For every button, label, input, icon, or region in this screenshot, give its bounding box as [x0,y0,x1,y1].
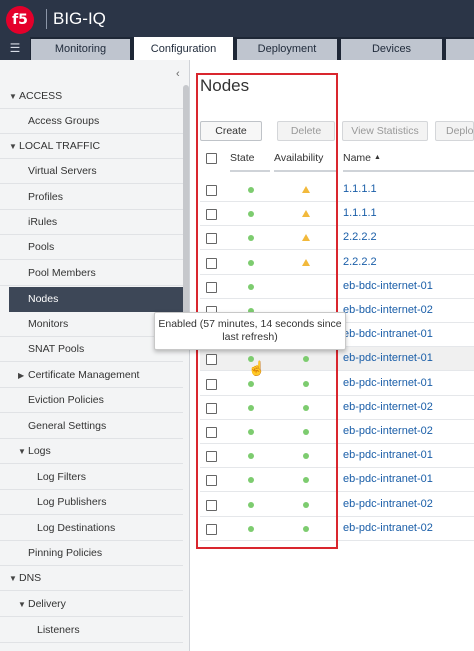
sidebar-item-eviction-policies[interactable]: Eviction Policies [0,388,183,413]
tab-overflow[interactable] [446,39,474,60]
tab-configuration[interactable]: Configuration [134,37,233,60]
pointer-cursor-icon: ☝ [248,360,266,376]
sidebar-section-dns[interactable]: ▼ DNS [0,566,183,591]
node-name-link[interactable]: 2.2.2.2 [343,231,377,243]
sidebar-item-pinning-policies[interactable]: Pinning Policies [0,541,183,566]
sidebar-item-log-filters[interactable]: Log Filters [0,465,183,490]
deploy-button[interactable]: Deplo [435,121,474,141]
collapse-sidebar-icon[interactable]: ‹ [176,68,180,80]
caret-down-icon: ▼ [18,600,26,609]
caret-down-icon: ▼ [9,92,17,101]
caret-right-icon: ▶ [18,371,25,380]
sidebar-item-delivery[interactable]: ▼ Delivery [0,592,183,617]
node-name-link[interactable]: 1.1.1.1 [343,183,377,195]
state-tooltip: Enabled (57 minutes, 14 seconds since la… [154,312,346,350]
sidebar-item-certificate-management[interactable]: ▶ Certificate Management [0,363,183,388]
node-name-link[interactable]: eb-bdc-intranet-01 [343,328,433,340]
sidebar-item-pool-members[interactable]: Pool Members [0,261,183,286]
sidebar-item-log-publishers[interactable]: Log Publishers [0,490,183,515]
node-name-link[interactable]: eb-pdc-intranet-01 [343,449,433,461]
tab-monitoring[interactable]: Monitoring [31,39,130,60]
caret-down-icon: ▼ [9,142,17,151]
sidebar-item-access-groups[interactable]: Access Groups [0,109,183,134]
node-name-link[interactable]: eb-pdc-internet-01 [343,377,433,389]
node-name-link[interactable]: eb-pdc-internet-02 [343,401,433,413]
node-name-link[interactable]: 2.2.2.2 [343,256,377,268]
sidebar-section-local-traffic[interactable]: ▼ LOCAL TRAFFIC [0,134,183,159]
node-name-link[interactable]: eb-bdc-internet-01 [343,280,433,292]
sidebar-item-irules[interactable]: iRules [0,210,183,235]
sidebar-item-nodes[interactable]: Nodes [9,287,183,312]
sidebar-item-logs[interactable]: ▼ Logs [0,439,183,464]
highlight-box [196,73,338,549]
sidebar-scrollbar[interactable] [183,85,189,315]
menu-toggle-icon[interactable]: ☰ [0,37,30,60]
column-header-name[interactable]: Name ▲ [343,151,381,171]
tab-deployment[interactable]: Deployment [237,39,337,60]
sidebar-item-virtual-servers[interactable]: Virtual Servers [0,159,183,184]
tab-bar: ☰ Monitoring Configuration Deployment De… [0,37,474,60]
node-name-link[interactable]: 1.1.1.1 [343,207,377,219]
sidebar-item-pools[interactable]: Pools [0,235,183,260]
node-name-link[interactable]: eb-bdc-internet-02 [343,304,433,316]
caret-down-icon: ▼ [18,447,26,456]
app-title: BIG-IQ [46,9,106,29]
sidebar-item-profiles[interactable]: Profiles [0,185,183,210]
node-name-link[interactable]: eb-pdc-internet-02 [343,425,433,437]
node-name-link[interactable]: eb-pdc-intranet-02 [343,498,433,510]
sort-ascending-icon: ▲ [374,154,381,161]
header-divider [343,170,474,172]
node-name-link[interactable]: eb-pdc-intranet-02 [343,522,433,534]
top-bar: f5 BIG-IQ [0,0,474,37]
sidebar-section-access[interactable]: ▼ ACCESS [0,84,183,109]
f5-logo[interactable]: f5 [6,6,34,34]
sidebar-item-general-settings[interactable]: General Settings [0,414,183,439]
node-name-link[interactable]: eb-pdc-internet-01 [343,352,433,364]
view-statistics-button[interactable]: View Statistics [342,121,428,141]
node-name-link[interactable]: eb-pdc-intranet-01 [343,473,433,485]
sidebar-item-log-destinations[interactable]: Log Destinations [0,516,183,541]
tab-devices[interactable]: Devices [341,39,442,60]
caret-down-icon: ▼ [9,574,17,583]
sidebar-item-listeners[interactable]: Listeners [0,618,183,643]
